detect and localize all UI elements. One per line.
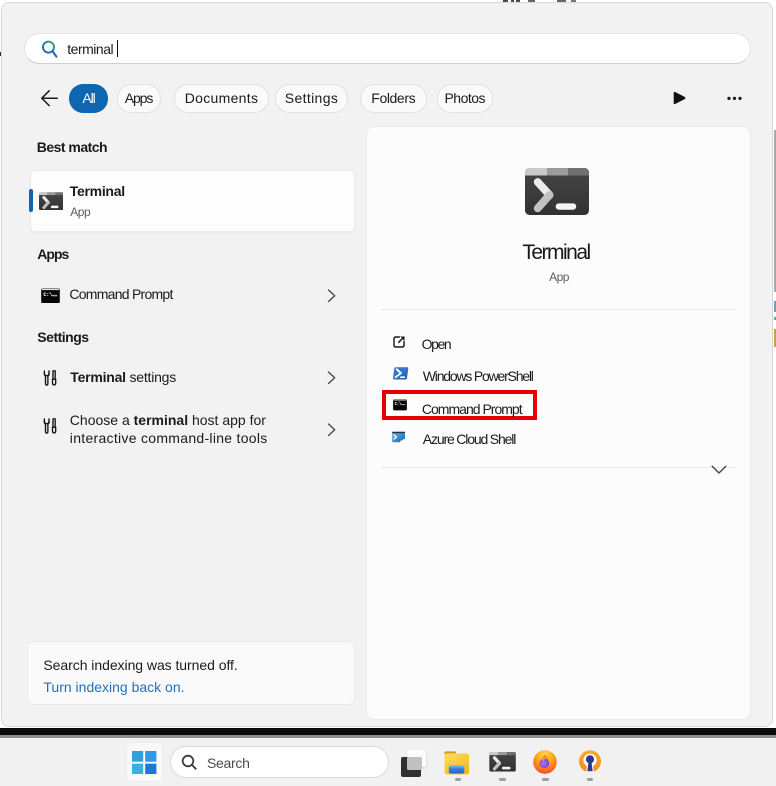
svg-text:C:\: C:\ (395, 402, 402, 407)
svg-text:C:\: C:\ (43, 291, 53, 298)
